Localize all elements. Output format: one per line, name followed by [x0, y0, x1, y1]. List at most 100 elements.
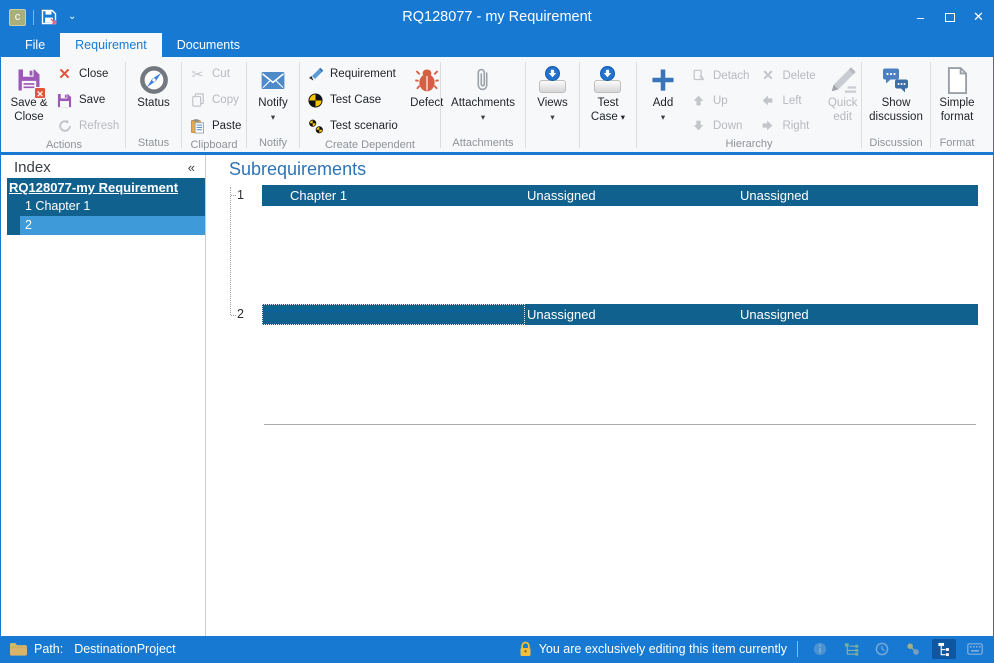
plus-icon: [650, 67, 676, 93]
maximize-button[interactable]: [935, 1, 964, 33]
section-divider: [264, 424, 976, 425]
views-button[interactable]: Views ▾: [530, 61, 576, 121]
row-assignee-cell[interactable]: Unassigned: [738, 185, 978, 206]
group-label-actions: Actions: [3, 139, 125, 154]
ribbon-group-views: Views ▾: [526, 58, 579, 152]
ribbon-group-test-case: Test Case▾: [580, 58, 636, 152]
up-button: Up: [686, 88, 753, 113]
group-label-hierarchy: Hierarchy: [637, 138, 861, 153]
subrequirements-pane: Subrequirements 1 Chapter 1 Unassigned U…: [206, 155, 993, 636]
group-label-test-case: [580, 137, 636, 152]
row-assignee-cell[interactable]: Unassigned: [738, 304, 978, 325]
minimize-button[interactable]: –: [906, 1, 935, 33]
quick-access-toolbar: c ⌄: [1, 9, 76, 26]
window-title: RQ128077 - my Requirement: [1, 9, 993, 25]
qat-dropdown-icon[interactable]: ⌄: [68, 12, 76, 22]
show-discussion-button[interactable]: Show discussion: [865, 61, 927, 124]
document-icon: [945, 66, 970, 95]
down-arrow-icon: [690, 119, 707, 132]
tree-indent-gutter: [7, 197, 20, 216]
window-controls: – ✕: [906, 1, 993, 33]
row-title-cell[interactable]: Chapter 1: [262, 185, 525, 206]
dropdown-caret-icon: ▾: [481, 113, 485, 122]
notify-button[interactable]: Notify ▾: [250, 61, 296, 121]
status-button[interactable]: Status: [131, 61, 177, 111]
quick-save-icon[interactable]: [41, 9, 57, 25]
delete-button: ✕ Delete: [755, 63, 819, 88]
cut-button: ✂ Cut: [185, 61, 245, 87]
tab-requirement[interactable]: Requirement: [60, 33, 162, 57]
create-requirement-button[interactable]: Requirement: [303, 61, 402, 87]
tree-indent-gutter: [7, 216, 20, 235]
tree-structure-icon[interactable]: [839, 639, 863, 659]
up-arrow-icon: [690, 94, 707, 107]
lock-message: You are exclusively editing this item cu…: [539, 642, 787, 656]
ribbon-tab-row: File Requirement Documents: [1, 33, 993, 57]
collapse-panel-button[interactable]: «: [188, 160, 195, 175]
application-window: c ⌄ RQ128077 - my Requirement – ✕ File: [0, 0, 994, 663]
right-arrow-icon: [759, 119, 776, 132]
test-case-views-icon: [593, 66, 623, 94]
path-label: Path:: [34, 642, 63, 656]
simple-format-button[interactable]: Simple format: [934, 61, 980, 124]
dropdown-caret-icon: ▾: [271, 113, 275, 122]
content-area: Index « RQ128077-my Requirement 1 Chapte…: [1, 155, 993, 636]
tree-item-2[interactable]: 2: [7, 216, 205, 235]
dropdown-caret-icon: ▾: [621, 112, 625, 122]
down-button: Down: [686, 113, 753, 138]
subrequirement-row-1[interactable]: 1 Chapter 1 Unassigned Unassigned: [206, 185, 993, 206]
hierarchy-view-icon[interactable]: [932, 639, 956, 659]
pencil-icon: [828, 65, 858, 95]
row-assignee-cell[interactable]: Unassigned: [525, 304, 738, 325]
add-button[interactable]: Add ▾: [640, 61, 686, 121]
row-number: 1: [237, 185, 244, 206]
info-icon[interactable]: [808, 639, 832, 659]
close-action-button[interactable]: ✕ Close: [52, 61, 123, 87]
tab-file[interactable]: File: [10, 33, 60, 57]
index-title: Index: [14, 159, 51, 176]
paste-button[interactable]: Paste: [185, 113, 245, 139]
group-label-create-dependent: Create Dependent: [300, 139, 440, 154]
detach-button: Detach: [686, 63, 753, 88]
index-panel: Index « RQ128077-my Requirement 1 Chapte…: [1, 155, 206, 636]
path-value: DestinationProject: [74, 642, 175, 656]
group-label-status: Status: [126, 137, 181, 152]
dropdown-caret-icon: ▾: [661, 113, 665, 122]
title-bar: c ⌄ RQ128077 - my Requirement – ✕: [1, 1, 993, 33]
tree-root-item[interactable]: RQ128077-my Requirement: [7, 178, 205, 197]
history-icon[interactable]: [870, 639, 894, 659]
discussion-bubbles-icon: [882, 67, 910, 94]
tree-item-chapter1[interactable]: 1 Chapter 1: [7, 197, 205, 216]
save-icon: [56, 93, 73, 108]
row-assignee-cell[interactable]: Unassigned: [525, 185, 738, 206]
close-button[interactable]: ✕: [964, 1, 993, 33]
scenario-icon[interactable]: [901, 639, 925, 659]
left-button: Left: [755, 88, 819, 113]
envelope-icon: [260, 71, 286, 90]
app-icon[interactable]: c: [9, 9, 26, 26]
maximize-icon: [945, 13, 955, 22]
subrequirement-row-2[interactable]: 2 Unassigned Unassigned: [206, 304, 993, 325]
detach-icon: [690, 69, 707, 83]
qat-separator: [33, 10, 34, 25]
ribbon-group-clipboard: ✂ Cut Copy: [182, 58, 246, 152]
group-label-format: Format: [931, 137, 983, 152]
focused-title-cell[interactable]: [262, 304, 525, 325]
keyboard-icon[interactable]: [963, 639, 987, 659]
attachments-button[interactable]: Attachments ▾: [447, 61, 519, 121]
index-tree: RQ128077-my Requirement 1 Chapter 1 2: [7, 178, 205, 235]
save-button[interactable]: Save: [52, 87, 123, 113]
create-test-case-button[interactable]: Test Case: [303, 87, 402, 113]
refresh-icon: [56, 119, 73, 133]
create-test-scenario-button[interactable]: Test scenario: [303, 113, 402, 139]
group-label-discussion: Discussion: [862, 137, 930, 152]
subrequirements-heading: Subrequirements: [229, 159, 366, 180]
quick-edit-button: Quick edit: [820, 61, 866, 124]
views-icon: [538, 66, 568, 94]
status-compass-icon: [139, 65, 169, 95]
save-and-close-button[interactable]: ✕ Save & Close: [6, 61, 52, 124]
lock-icon: [519, 641, 532, 657]
ribbon-group-discussion: Show discussion Discussion: [862, 58, 930, 152]
test-case-dropdown-button[interactable]: Test Case▾: [583, 61, 633, 124]
tab-documents[interactable]: Documents: [162, 33, 255, 57]
